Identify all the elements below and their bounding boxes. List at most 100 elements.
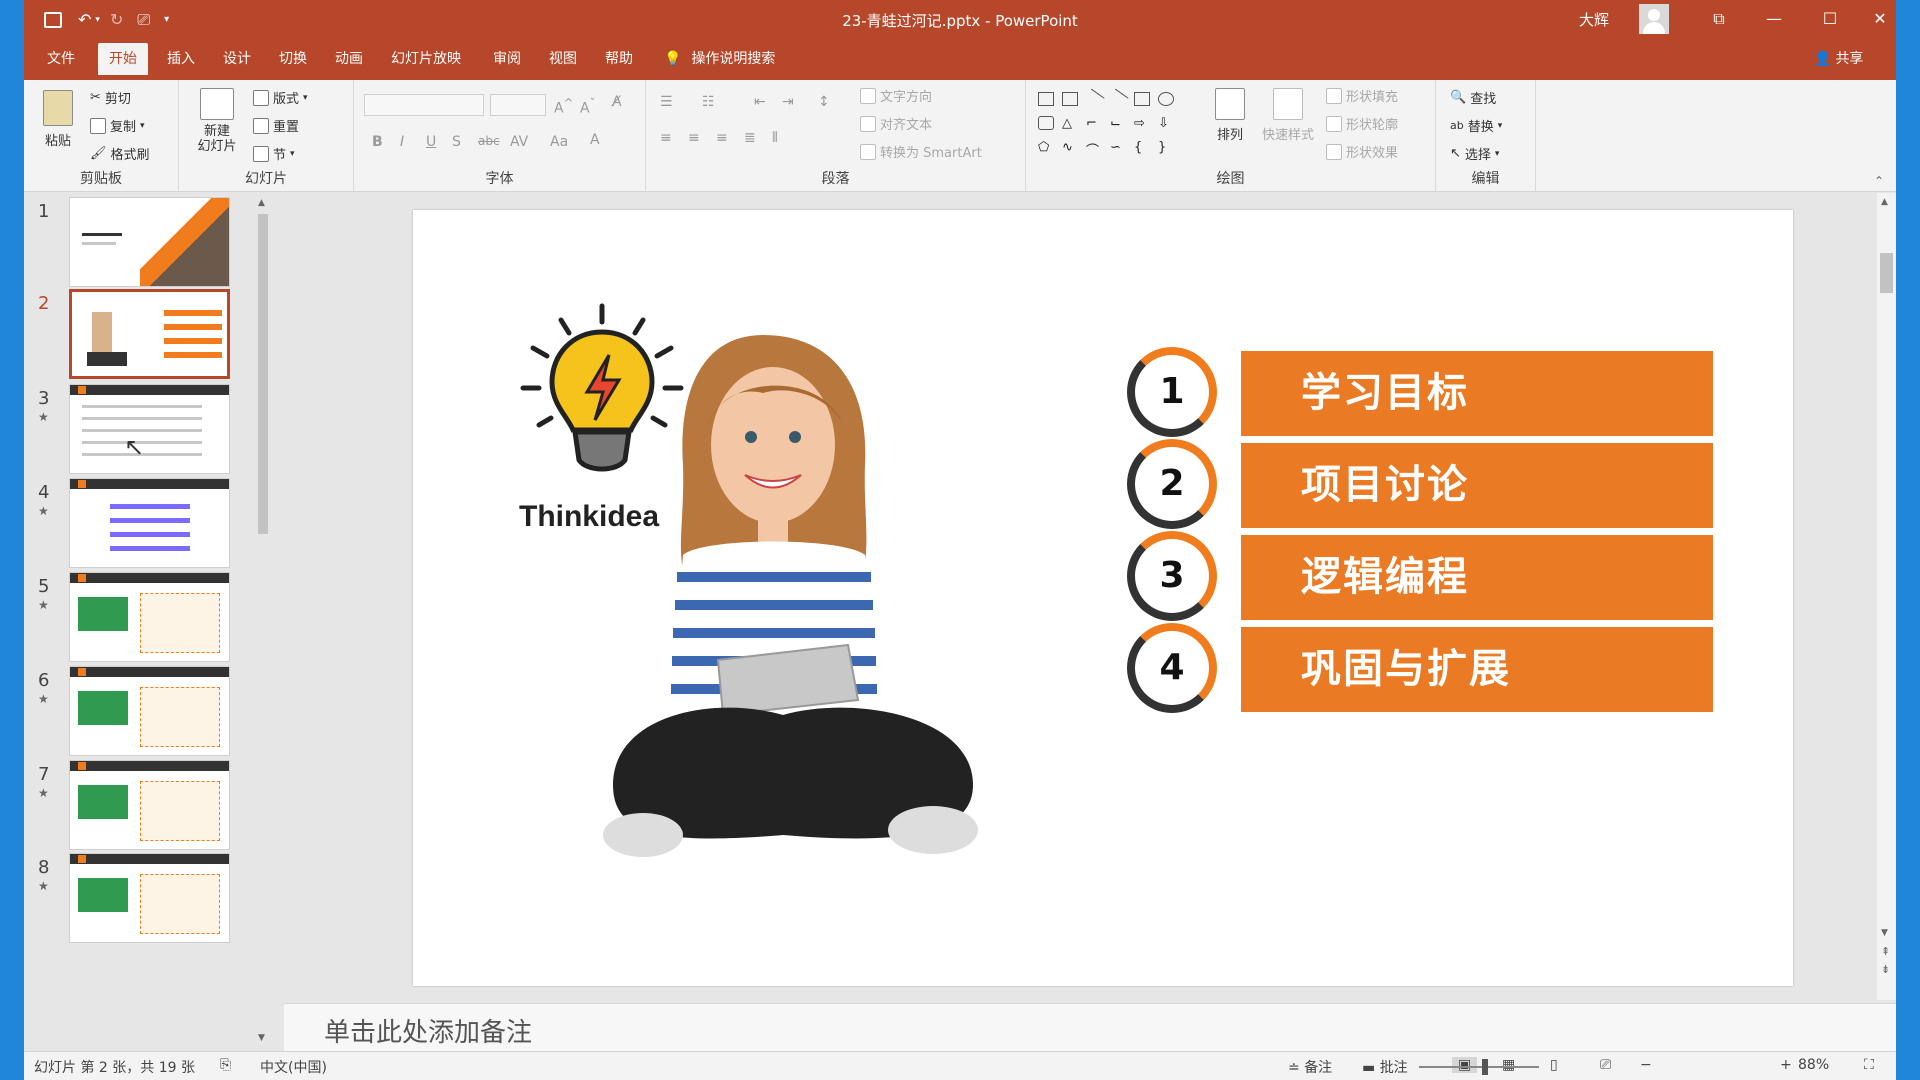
- strikethrough-icon[interactable]: abc: [478, 134, 500, 148]
- agenda-item[interactable]: 3 逻辑编程: [1127, 531, 1713, 621]
- change-case-icon[interactable]: Aa: [550, 134, 568, 150]
- slide-thumbnail-row[interactable]: 1: [24, 193, 284, 288]
- slide-thumbnail-row[interactable]: 2: [24, 285, 284, 380]
- slide-thumbnail[interactable]: [69, 478, 230, 568]
- arc-shape-icon[interactable]: ⌒: [1086, 140, 1102, 159]
- text-direction-button[interactable]: 文字方向: [860, 86, 932, 105]
- curve-shape-icon[interactable]: ∽: [1110, 140, 1126, 155]
- slide-thumbnail[interactable]: [69, 572, 230, 662]
- tab-review[interactable]: 审阅: [482, 43, 532, 75]
- scroll-up-icon[interactable]: ▲: [258, 198, 265, 208]
- find-button[interactable]: 🔍 查找: [1450, 88, 1496, 107]
- slide-thumbnail[interactable]: [69, 760, 230, 850]
- slide-thumbnail[interactable]: [69, 197, 230, 287]
- thumbnail-scrollbar[interactable]: ▲ ▼: [256, 198, 270, 1043]
- triangle-shape-icon[interactable]: △: [1062, 116, 1078, 131]
- scrollbar-thumb[interactable]: [258, 214, 268, 534]
- notes-pane[interactable]: 单击此处添加备注: [284, 1003, 1896, 1051]
- down-arrow-shape-icon[interactable]: ⇩: [1158, 116, 1174, 131]
- comments-toggle[interactable]: ▬ 批注: [1362, 1057, 1408, 1077]
- current-slide[interactable]: Thinkidea 1 学习目标 2 项目讨论 3 逻辑编程 4 巩固与扩展: [413, 210, 1793, 986]
- tab-home[interactable]: 开始: [98, 43, 148, 75]
- slide-thumbnail-row[interactable]: 3 ★: [24, 380, 284, 475]
- pentagon-shape-icon[interactable]: ⬠: [1038, 140, 1054, 155]
- font-color-icon[interactable]: A: [590, 132, 600, 148]
- line-spacing-icon[interactable]: ↕: [818, 94, 830, 110]
- slide-thumbnail-row[interactable]: 4 ★: [24, 474, 284, 569]
- rounded-rect-shape-icon[interactable]: [1038, 116, 1054, 130]
- normal-view-icon[interactable]: ▣: [1452, 1057, 1478, 1073]
- increase-indent-icon[interactable]: ⇥: [782, 94, 794, 110]
- tab-design[interactable]: 设计: [212, 43, 262, 75]
- shape-effects-button[interactable]: 形状效果: [1326, 142, 1398, 161]
- shape-fill-button[interactable]: 形状填充: [1326, 86, 1398, 105]
- section-button[interactable]: 节 ▾: [253, 144, 295, 163]
- scroll-up-icon[interactable]: ▲: [1881, 197, 1888, 207]
- bold-icon[interactable]: B: [372, 134, 383, 150]
- convert-smartart-button[interactable]: 转换为 SmartArt: [860, 142, 982, 161]
- slide-thumbnail-row[interactable]: 7 ★: [24, 756, 284, 851]
- tab-slideshow[interactable]: 幻灯片放映: [380, 43, 472, 75]
- reset-button[interactable]: 重置: [253, 116, 299, 135]
- agenda-item[interactable]: 2 项目讨论: [1127, 439, 1713, 529]
- replace-button[interactable]: ab 替换 ▾: [1450, 116, 1502, 135]
- vertical-textbox-shape-icon[interactable]: [1062, 92, 1078, 106]
- next-slide-icon[interactable]: ⇟: [1881, 963, 1890, 976]
- tab-transitions[interactable]: 切换: [268, 43, 318, 75]
- maximize-icon[interactable]: ☐: [1810, 6, 1850, 32]
- scrollbar-thumb[interactable]: [1880, 253, 1893, 293]
- close-icon[interactable]: ✕: [1864, 6, 1896, 32]
- text-shadow-icon[interactable]: S: [452, 134, 461, 150]
- shape-outline-button[interactable]: 形状轮廓: [1326, 114, 1398, 133]
- scroll-down-icon[interactable]: ▼: [258, 1033, 265, 1043]
- line-shape-icon[interactable]: [1083, 88, 1105, 110]
- arrow-line-shape-icon[interactable]: [1107, 88, 1129, 110]
- align-text-button[interactable]: 对齐文本: [860, 114, 932, 133]
- tab-file[interactable]: 文件: [36, 43, 86, 75]
- scroll-down-icon[interactable]: ▼: [1881, 928, 1888, 938]
- agenda-item[interactable]: 4 巩固与扩展: [1127, 623, 1713, 713]
- cut-button[interactable]: ✂ 剪切: [90, 88, 131, 107]
- font-size-box[interactable]: [490, 94, 546, 116]
- numbering-icon[interactable]: ☷: [702, 94, 715, 110]
- elbow-arrow-shape-icon[interactable]: ⌙: [1110, 116, 1126, 131]
- slide-thumbnail-row[interactable]: 6 ★: [24, 662, 284, 757]
- slide-thumbnail-row[interactable]: 8 ★: [24, 849, 284, 944]
- right-brace-shape-icon[interactable]: }: [1158, 140, 1174, 155]
- language-indicator[interactable]: 中文(中国): [260, 1057, 327, 1077]
- textbox-shape-icon[interactable]: [1038, 92, 1054, 106]
- minimize-icon[interactable]: —: [1754, 6, 1794, 32]
- italic-icon[interactable]: I: [400, 134, 404, 150]
- share-button[interactable]: 👤 共享: [1814, 43, 1863, 75]
- freeform-shape-icon[interactable]: ∿: [1062, 140, 1078, 155]
- slide-thumbnail-row[interactable]: 5 ★: [24, 568, 284, 663]
- zoom-out-icon[interactable]: −: [1640, 1057, 1652, 1073]
- elbow-connector-shape-icon[interactable]: ⌐: [1086, 116, 1102, 131]
- tell-me-search[interactable]: 💡 操作说明搜索: [664, 43, 775, 75]
- select-button[interactable]: ↖ 选择 ▾: [1450, 144, 1499, 163]
- agenda-item[interactable]: 1 学习目标: [1127, 347, 1713, 437]
- align-right-icon[interactable]: ≡: [716, 130, 728, 146]
- collapse-ribbon-icon[interactable]: ⌃: [1874, 174, 1884, 188]
- reading-view-icon[interactable]: ▯: [1550, 1057, 1558, 1073]
- copy-button[interactable]: 复制 ▾: [90, 116, 145, 135]
- tab-insert[interactable]: 插入: [156, 43, 206, 75]
- slide-thumbnail[interactable]: [69, 853, 230, 943]
- notes-placeholder[interactable]: 单击此处添加备注: [324, 1012, 532, 1049]
- rectangle-shape-icon[interactable]: [1134, 92, 1150, 106]
- columns-icon[interactable]: ⫴: [772, 130, 778, 146]
- bullets-icon[interactable]: ☰: [660, 94, 673, 110]
- align-left-icon[interactable]: ≡: [660, 130, 672, 146]
- fit-to-window-icon[interactable]: ⛶: [1864, 1057, 1874, 1073]
- zoom-slider-knob[interactable]: [1482, 1059, 1488, 1075]
- layout-button[interactable]: 版式 ▾: [253, 88, 308, 107]
- previous-slide-icon[interactable]: ⇞: [1881, 945, 1890, 958]
- right-arrow-shape-icon[interactable]: ⇨: [1134, 116, 1150, 131]
- avatar[interactable]: [1639, 4, 1669, 34]
- character-spacing-icon[interactable]: AV: [510, 134, 528, 150]
- slide-thumbnail[interactable]: [69, 289, 230, 379]
- quick-styles-button[interactable]: 快速样式: [1256, 88, 1320, 143]
- tab-help[interactable]: 帮助: [594, 43, 644, 75]
- zoom-slider[interactable]: [1419, 1066, 1539, 1068]
- notes-toggle[interactable]: ≐ 备注: [1288, 1057, 1332, 1077]
